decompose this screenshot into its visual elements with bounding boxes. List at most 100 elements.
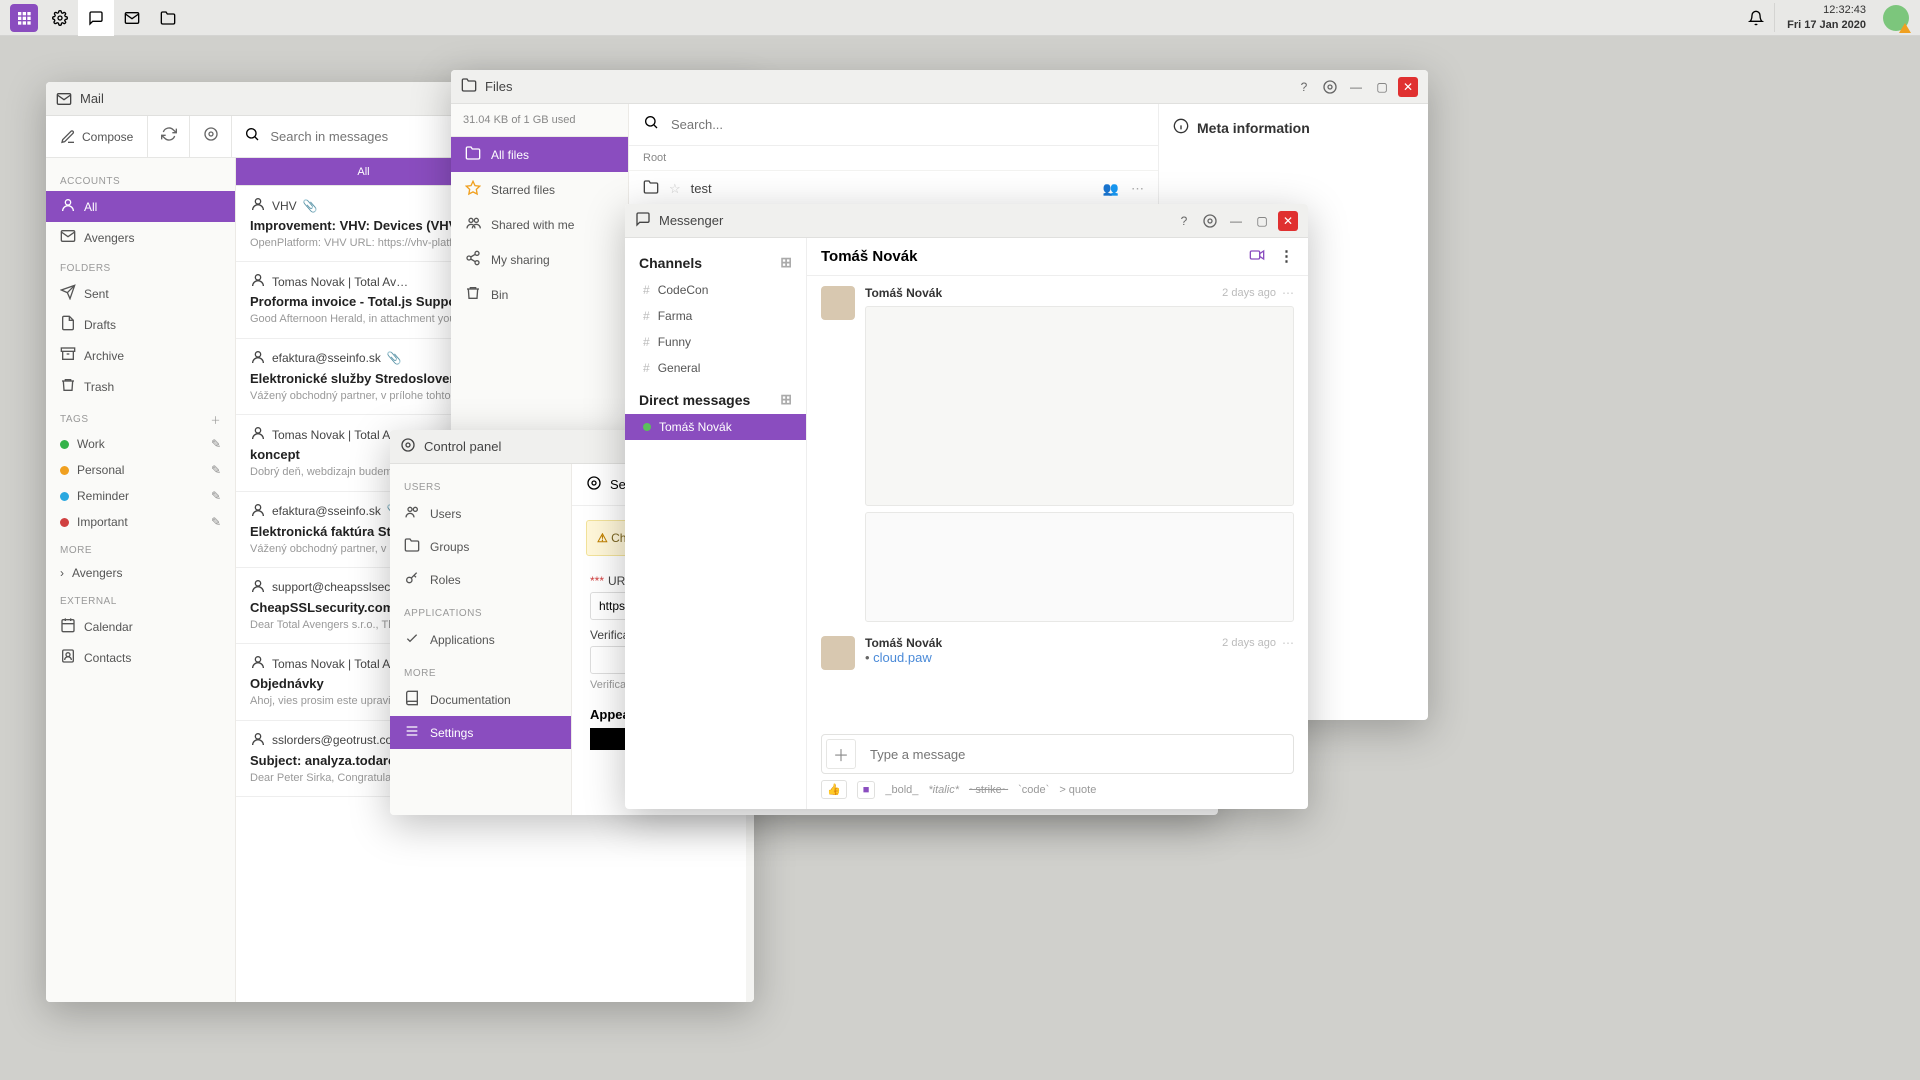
nav-users[interactable]: Users <box>390 497 571 530</box>
dm-item[interactable]: Tomáš Novák <box>625 414 806 440</box>
breadcrumb[interactable]: Root <box>629 146 1158 171</box>
profile-button[interactable] <box>1878 0 1914 36</box>
account-avengers[interactable]: Avengers <box>46 222 235 253</box>
message-thread[interactable]: Tomáš Novák2 days ago⋯ Tomáš Novák2 days… <box>807 276 1308 726</box>
external-calendar[interactable]: Calendar <box>46 611 235 642</box>
nav-roles[interactable]: Roles <box>390 563 571 596</box>
mail-settings-button[interactable] <box>190 116 232 157</box>
nav-bin[interactable]: Bin <box>451 277 628 312</box>
conversation-header: Tomáš Novák ⋮ <box>807 238 1308 276</box>
user-icon <box>250 731 266 750</box>
messenger-sidebar: Channels⊞ #CodeCon#Farma#Funny#General D… <box>625 238 807 809</box>
users-icon <box>465 215 481 234</box>
settings-button[interactable] <box>42 0 78 36</box>
close-button[interactable]: ✕ <box>1398 77 1418 97</box>
channel-item[interactable]: #CodeCon <box>625 277 806 303</box>
files-titlebar[interactable]: Files ? ― ▢ ✕ <box>451 70 1428 104</box>
maximize-button[interactable]: ▢ <box>1252 211 1272 231</box>
channel-item[interactable]: #Farma <box>625 303 806 329</box>
nav-settings[interactable]: Settings <box>390 716 571 749</box>
mail-sidebar: ACCOUNTS All Avengers FOLDERS Sent Draft… <box>46 158 236 1002</box>
mail-title: Mail <box>80 91 104 106</box>
message: Tomáš Novák2 days ago⋯ <box>821 286 1294 622</box>
messenger-titlebar[interactable]: Messenger ? ― ▢ ✕ <box>625 204 1308 238</box>
message-link[interactable]: cloud.paw <box>865 650 1294 665</box>
message-more-button[interactable]: ⋯ <box>1282 636 1294 650</box>
minimize-button[interactable]: ― <box>1226 211 1246 231</box>
message-more-button[interactable]: ⋯ <box>1282 286 1294 300</box>
account-all[interactable]: All <box>46 191 235 222</box>
nav-shared-with-me[interactable]: Shared with me <box>451 207 628 242</box>
messenger-button[interactable] <box>78 0 114 36</box>
users-icon[interactable]: 👥 <box>1103 181 1119 197</box>
tag-work[interactable]: Work✎ <box>46 431 235 457</box>
sliders-icon <box>404 723 420 742</box>
nav-starred[interactable]: Starred files <box>451 172 628 207</box>
trash-icon <box>60 377 76 396</box>
file-row[interactable]: ☆ test 👥⋯ <box>629 171 1158 207</box>
star-icon[interactable]: ☆ <box>669 181 681 197</box>
folder-drafts[interactable]: Drafts <box>46 309 235 340</box>
top-bar: 12:32:43 Fri 17 Jan 2020 <box>0 0 1920 36</box>
dot-icon <box>60 440 69 449</box>
external-contacts[interactable]: Contacts <box>46 642 235 673</box>
files-search-input[interactable] <box>671 117 1144 132</box>
video-button[interactable]: ■ <box>857 781 876 799</box>
apps-button[interactable] <box>6 0 42 36</box>
channel-item[interactable]: #Funny <box>625 329 806 355</box>
files-button[interactable] <box>150 0 186 36</box>
add-channel-button[interactable]: ⊞ <box>780 254 792 271</box>
add-dm-button[interactable]: ⊞ <box>780 391 792 408</box>
close-button[interactable]: ✕ <box>1278 211 1298 231</box>
attach-button[interactable]: ＋ <box>826 739 856 769</box>
more-icon[interactable]: ⋯ <box>1131 181 1144 197</box>
gear-icon <box>586 475 602 494</box>
image-attachment[interactable] <box>865 306 1294 506</box>
nav-groups[interactable]: Groups <box>390 530 571 563</box>
nav-my-sharing[interactable]: My sharing <box>451 242 628 277</box>
mail-button[interactable] <box>114 0 150 36</box>
folder-archive[interactable]: Archive <box>46 340 235 371</box>
settings-button[interactable] <box>1200 211 1220 231</box>
nav-all-files[interactable]: All files <box>451 137 628 172</box>
tag-personal[interactable]: Personal✎ <box>46 457 235 483</box>
pencil-icon[interactable]: ✎ <box>211 437 221 451</box>
dot-icon <box>60 518 69 527</box>
tag-reminder[interactable]: Reminder✎ <box>46 483 235 509</box>
compose-button[interactable]: Compose <box>46 116 148 157</box>
nav-documentation[interactable]: Documentation <box>390 683 571 716</box>
notifications-button[interactable] <box>1738 0 1774 36</box>
more-button[interactable]: ⋮ <box>1279 247 1294 267</box>
minimize-button[interactable]: ― <box>1346 77 1366 97</box>
channel-item[interactable]: #General <box>625 355 806 381</box>
pencil-icon[interactable]: ✎ <box>211 489 221 503</box>
tag-important[interactable]: Important✎ <box>46 509 235 535</box>
pencil-icon[interactable]: ✎ <box>211 515 221 529</box>
image-attachment[interactable] <box>865 512 1294 622</box>
thumbs-up-button[interactable]: 👍 <box>821 780 847 799</box>
settings-button[interactable] <box>1320 77 1340 97</box>
refresh-button[interactable] <box>148 116 190 157</box>
avatar-icon <box>821 286 855 320</box>
help-button[interactable]: ? <box>1174 211 1194 231</box>
pencil-icon[interactable]: ✎ <box>211 463 221 477</box>
chevron-right-icon: › <box>60 566 64 580</box>
nav-applications[interactable]: Applications <box>390 623 571 656</box>
info-icon <box>1173 118 1189 137</box>
maximize-button[interactable]: ▢ <box>1372 77 1392 97</box>
more-avengers[interactable]: ›Avengers <box>46 560 235 586</box>
archive-icon <box>60 346 76 365</box>
clock-time: 12:32:43 <box>1787 3 1866 17</box>
message-input[interactable] <box>864 741 1289 768</box>
video-call-button[interactable] <box>1249 247 1265 267</box>
message: Tomáš Novák2 days ago⋯ cloud.paw <box>821 636 1294 670</box>
add-tag-button[interactable]: ＋ <box>211 412 222 427</box>
user-icon <box>250 578 266 597</box>
folder-icon <box>465 145 481 164</box>
folders-header: FOLDERS <box>46 253 235 278</box>
clock: 12:32:43 Fri 17 Jan 2020 <box>1774 3 1878 32</box>
help-button[interactable]: ? <box>1294 77 1314 97</box>
folder-trash[interactable]: Trash <box>46 371 235 402</box>
attachment-icon: 📎 <box>387 351 402 365</box>
folder-sent[interactable]: Sent <box>46 278 235 309</box>
